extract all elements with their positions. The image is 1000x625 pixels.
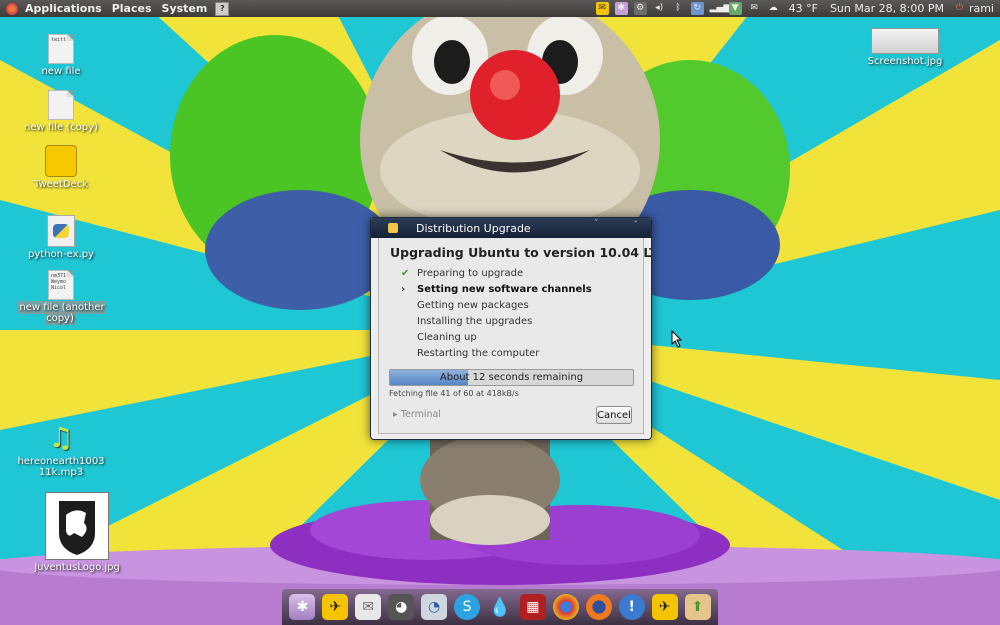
weather-temperature[interactable]: 43 °F [789,2,818,15]
tweetdeck-icon [45,145,77,177]
upgrade-progress-bar: About 12 seconds remaining [389,369,634,386]
python-file-icon [47,215,75,247]
desktop-icon-label: new file [41,66,81,77]
drop-icon[interactable]: 💧 [487,594,513,620]
step-preparing: Preparing to upgrade [417,268,524,279]
bluetooth-icon[interactable]: ᛒ [672,2,685,15]
power-icon[interactable]: ⏻ [953,2,966,15]
system-tray: ✉ ✱ ⚙ ◂) ᛒ ↻ ▂▄▆ ▼ ✉ ☁ 43 °F Sun Mar 28,… [593,2,1000,15]
text-file-icon: nm371 Weymo Nicol [48,270,74,300]
top-panel: Applications Places System ? ✉ ✱ ⚙ ◂) ᛒ … [0,0,1000,17]
step-restarting: Restarting the computer [417,348,540,359]
dialog-body: Upgrading Ubuntu to version 10.04 LTS ✔ … [378,238,651,434]
checkmark-icon: ✔ [401,268,410,279]
music-note-icon: ♫ [48,421,74,454]
image-thumbnail-icon [871,28,939,54]
step-setting-channels: Setting new software channels [417,284,592,295]
minimize-icon[interactable]: ˅ [594,219,599,229]
desktop-icon-new-file-copy[interactable]: new file (copy) [16,90,106,133]
volume-icon[interactable]: ◂) [653,2,666,15]
text-file-icon [48,90,74,120]
tweetdeck-icon[interactable]: ✉ [595,2,609,15]
expander-arrow-icon: ▸ [393,409,401,420]
firefox-icon[interactable] [585,594,612,620]
terminal-expander[interactable]: ▸ Terminal [393,409,441,420]
cancel-button[interactable]: Cancel [596,406,632,424]
fetch-status: Fetching file 41 of 60 at 418kB/s [389,389,519,398]
settings-icon[interactable]: ✱ [289,594,316,620]
applications-menu[interactable]: Applications [20,2,107,15]
desktop-icon-label: new file (copy) [24,122,98,133]
distribution-upgrade-dialog: Distribution Upgrade ˅ ᐩ Upgrading Ubunt… [370,217,652,440]
tweetdeck-icon[interactable]: ✈ [322,594,349,620]
desktop-icon-new-file[interactable]: twitt new file [16,34,106,77]
user-name[interactable]: rami [969,2,994,15]
skype-icon[interactable]: S [454,594,481,620]
update-icon[interactable]: ↻ [690,2,704,15]
gear-icon[interactable]: ⚙ [633,2,647,15]
mouse-pointer-icon [671,330,683,348]
gimp-icon[interactable]: ◕ [388,594,415,620]
step-installing: Installing the upgrades [417,316,533,327]
dock: ✱ ✈ ✉ ◕ ◔ S 💧 ▦ ! ✈ ⬆ [282,589,718,625]
desktop-icon-screenshot[interactable]: Screenshot.jpg [860,28,950,67]
clock[interactable]: Sun Mar 28, 8:00 PM [830,2,944,15]
progress-text: About 12 seconds remaining [439,372,584,383]
text-file-icon: twitt [48,34,74,64]
image-thumbnail-icon [45,492,109,560]
close-icon[interactable]: ᐩ [634,219,638,229]
desktop-icon-label: new file (another copy) [17,301,105,325]
terminal-label: Terminal [400,409,441,420]
launcher-icon[interactable]: ? [215,1,230,16]
step-cleaning-up: Cleaning up [417,332,477,343]
blender-icon[interactable]: ◔ [421,594,448,620]
weather-icon[interactable]: ☁ [767,2,780,15]
dialog-titlebar[interactable]: Distribution Upgrade ˅ ᐩ [371,218,651,238]
desktop-icon-juventus-logo[interactable]: JuventusLogo.jpg [32,492,122,573]
update-icon[interactable]: ⬆ [684,594,711,620]
desktop-icon-label: Screenshot.jpg [867,56,943,67]
tweetdeck-icon[interactable]: ✈ [651,594,678,620]
mail-icon[interactable]: ✉ [355,594,382,620]
system-menu[interactable]: System [157,2,213,15]
mail-icon[interactable]: ✉ [748,2,761,15]
places-menu[interactable]: Places [107,2,157,15]
upgrade-heading: Upgrading Ubuntu to version 10.04 LTS [390,245,652,260]
signal-icon[interactable]: ▂▄▆ [710,2,731,15]
upgrade-icon [388,223,398,233]
desktop-icon-label: hereonearth100311k.mp3 [17,456,105,478]
desktop-icon-python-file[interactable]: python-ex.py [16,215,106,260]
desktop-icon-label: python-ex.py [28,249,94,260]
chevron-right-icon: › [401,284,406,295]
desktop-icon-tweetdeck[interactable]: TweetDeck [16,145,106,190]
desktop-icon-label: TweetDeck [34,179,88,190]
settings-icon[interactable]: ✱ [614,2,628,15]
terminal-icon[interactable]: ▦ [519,594,546,620]
step-getting-packages: Getting new packages [417,300,529,311]
ubuntu-logo-icon[interactable] [6,2,18,15]
desktop-icon-label: JuventusLogo.jpg [34,562,120,573]
download-icon[interactable]: ▼ [728,2,742,15]
chrome-icon[interactable] [552,594,579,620]
desktop-icon-mp3[interactable]: ♫ hereonearth100311k.mp3 [16,421,106,479]
help-icon[interactable]: ! [618,594,645,620]
dialog-title: Distribution Upgrade [416,221,531,235]
desktop-icon-new-file-another-copy[interactable]: nm371 Weymo Nicol new file (another copy… [16,270,106,325]
